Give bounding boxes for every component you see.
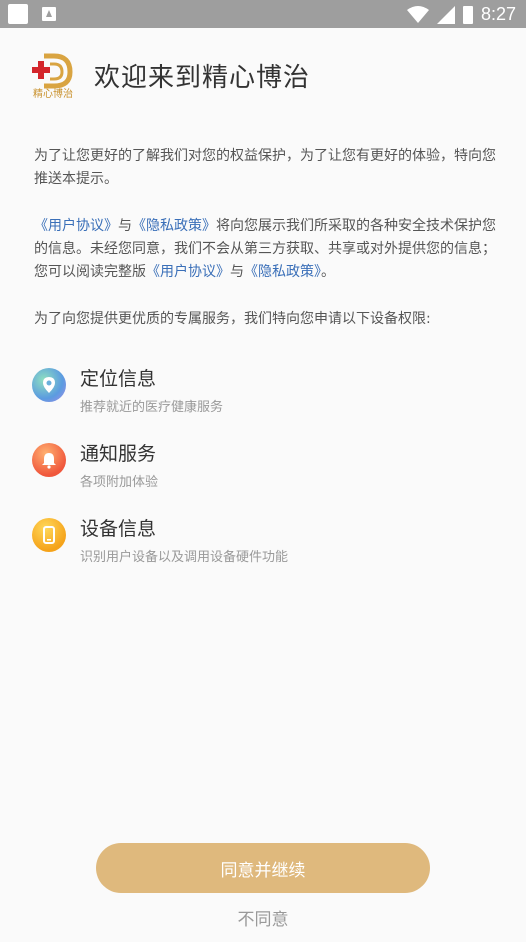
app-logo: 精心博治 — [28, 50, 78, 100]
permission-location: 定位信息 推荐就近的医疗健康服务 — [32, 366, 223, 415]
permission-desc: 识别用户设备以及调用设备硬件功能 — [80, 550, 289, 565]
privacy-policy-full-link[interactable]: 《隐私政策》 — [244, 264, 321, 280]
permission-notification: 通知服务 各项附加体验 — [32, 441, 158, 490]
permission-desc: 各项附加体验 — [80, 475, 159, 490]
wifi-icon — [406, 5, 429, 23]
permission-desc: 推荐就近的医疗健康服务 — [80, 400, 224, 415]
status-time: 8:27 — [480, 4, 516, 24]
permission-intro: 为了向您提供更优质的专属服务，我们特向您申请以下设备权限: — [34, 311, 431, 327]
agree-button[interactable]: 同意并继续 — [96, 843, 430, 893]
user-agreement-link[interactable]: 《用户协议》 — [34, 218, 118, 234]
signal-icon — [436, 5, 455, 24]
disagree-button[interactable]: 不同意 — [0, 905, 526, 930]
status-bar: 8:27 — [0, 0, 526, 28]
and-text: 与 — [230, 264, 244, 280]
and-text: 与 — [118, 218, 132, 234]
battery-icon — [462, 5, 473, 24]
permission-title: 设备信息 — [80, 518, 157, 540]
bell-icon — [32, 443, 66, 477]
page-title: 欢迎来到精心博治 — [94, 62, 311, 93]
phone-icon — [32, 518, 66, 552]
permission-device: 设备信息 识别用户设备以及调用设备硬件功能 — [32, 516, 288, 565]
intro-paragraph: 为了让您更好的了解我们对您的权益保护，为了让您有更好的体验，特向您推送本提示。 — [34, 148, 496, 187]
logo-icon: 精心博治 — [32, 53, 73, 100]
logo-text: 精心博治 — [33, 87, 73, 100]
notification-app-icon — [42, 7, 56, 21]
period-text: 。 — [321, 264, 335, 280]
permission-title: 定位信息 — [80, 368, 157, 390]
header: 精心博治 欢迎来到精心博治 — [28, 50, 310, 100]
notification-square-icon — [8, 4, 28, 24]
privacy-policy-link[interactable]: 《隐私政策》 — [132, 218, 216, 234]
agreement-paragraph: 《用户协议》与《隐私政策》将向您展示我们所采取的各种安全技术保护您的信息。未经您… — [34, 215, 496, 284]
user-agreement-full-link[interactable]: 《用户协议》 — [146, 264, 230, 280]
permission-title: 通知服务 — [80, 443, 157, 465]
location-icon — [32, 368, 66, 402]
